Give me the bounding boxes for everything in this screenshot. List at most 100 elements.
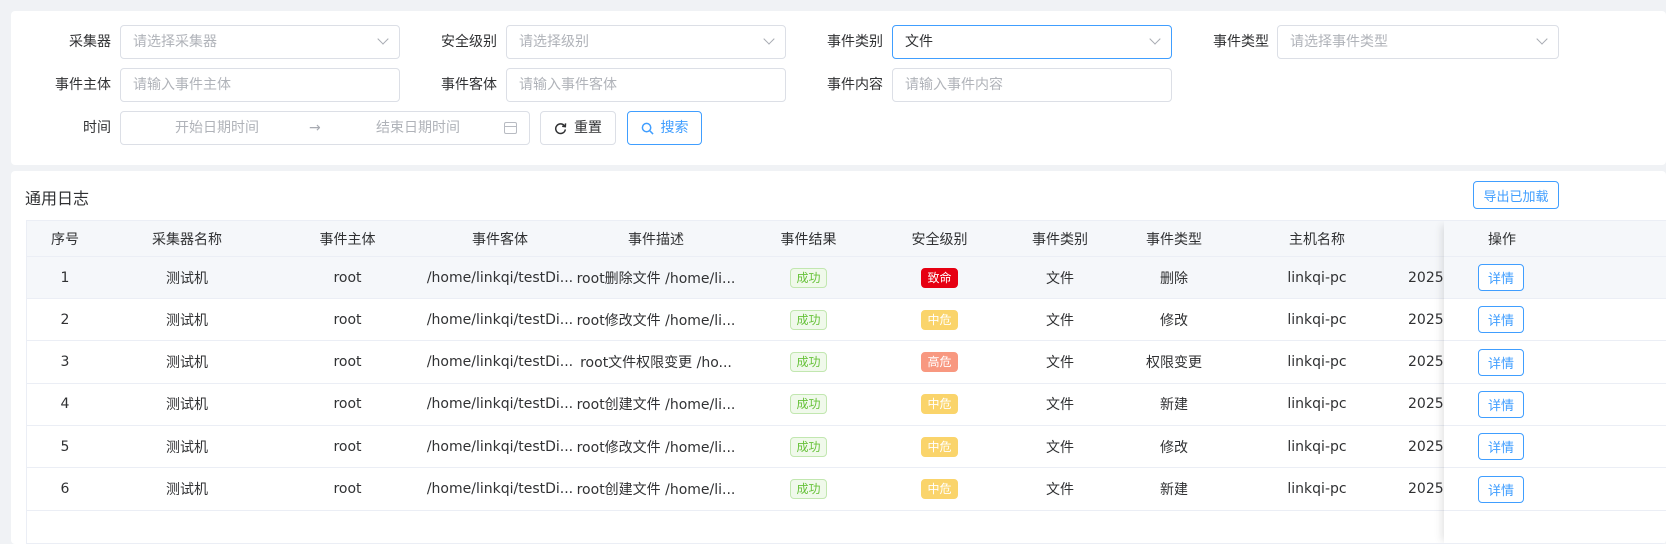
table-title: 通用日志 (25, 189, 90, 208)
cell-object: /home/linkqi/testDi... (426, 311, 574, 328)
cell-type: 新建 (1160, 397, 1188, 414)
cell-level: 中危 (881, 384, 998, 425)
cell-host: linkqi-pc (1287, 438, 1347, 455)
event-content-label: 事件内容 (827, 77, 883, 93)
filter-panel: 采集器 请选择采集器 安全级别 请选择级别 事件类别 文件 事件类型 请选择事件… (11, 11, 1666, 165)
event-content-placeholder: 请输入事件内容 (905, 77, 1003, 93)
event-category-select[interactable]: 文件 (892, 25, 1172, 59)
table-panel: 通用日志 导出已加载 序号 采集器名称 事件主体 事件客体 事件描述 事件结果 … (11, 171, 1666, 544)
collector-select[interactable]: 请选择采集器 (120, 25, 400, 59)
cell-result: 成功 (736, 257, 881, 298)
export-loaded-button[interactable]: 导出已加载 (1473, 181, 1559, 209)
reset-label: 重置 (574, 120, 602, 136)
cell-index: 3 (60, 354, 70, 371)
col-header-host: 主机名称 (1289, 231, 1345, 248)
result-tag: 成功 (790, 479, 827, 499)
cell-type: 权限变更 (1146, 355, 1202, 372)
cell-description: root创建文件 /home/li... (576, 482, 736, 498)
cell-host: linkqi-pc (1287, 481, 1347, 497)
event-subject-label: 事件主体 (55, 77, 111, 93)
col-header-category: 事件类别 (1032, 231, 1088, 248)
cell-index: 5 (60, 438, 70, 455)
table-row: 6 测试机 root/home/linkqi/testDi... root创建文件 /… (27, 468, 1666, 511)
range-separator: → (309, 120, 321, 136)
col-header-type: 事件类型 (1146, 231, 1202, 248)
cell-description: root修改文件 /home/li... (576, 439, 736, 456)
result-tag: 成功 (790, 436, 827, 457)
cell-description: root文件权限变更 /ho... (580, 355, 732, 372)
event-object-placeholder: 请输入事件客体 (519, 77, 617, 93)
cell-subject: root (333, 438, 362, 455)
cell-object: /home/linkqi/testDi... (426, 269, 574, 286)
event-content-input[interactable]: 请输入事件内容 (892, 68, 1172, 102)
collector-placeholder: 请选择采集器 (133, 34, 217, 50)
action-cell: 详情 (1444, 341, 1666, 384)
cell-category: 文件 (1046, 270, 1074, 287)
security-level-tag: 中危 (921, 394, 958, 415)
cell-level: 高危 (881, 342, 998, 383)
cell-collector: 测试机 (166, 397, 208, 414)
event-type-label: 事件类型 (1213, 34, 1269, 50)
detail-button[interactable]: 详情 (1478, 433, 1524, 461)
cell-type: 修改 (1160, 439, 1188, 456)
cell-object: /home/linkqi/testDi... (426, 354, 574, 371)
event-object-input[interactable]: 请输入事件客体 (506, 68, 786, 102)
date-range-picker[interactable]: 开始日期时间 → 结束日期时间 (120, 111, 530, 145)
security-level-placeholder: 请选择级别 (519, 34, 589, 50)
detail-button[interactable]: 详情 (1478, 306, 1524, 334)
search-button[interactable]: 搜索 (627, 111, 702, 145)
cell-host: linkqi-pc (1287, 354, 1347, 371)
event-subject-input[interactable]: 请输入事件主体 (120, 68, 400, 102)
cell-level: 致命 (881, 257, 998, 298)
cell-index: 6 (60, 481, 70, 497)
security-level-label: 安全级别 (441, 34, 497, 50)
col-header-collector: 采集器名称 (152, 231, 222, 248)
search-icon (641, 122, 654, 135)
security-level-select[interactable]: 请选择级别 (506, 25, 786, 59)
event-object-label: 事件客体 (441, 77, 497, 93)
event-type-select[interactable]: 请选择事件类型 (1277, 25, 1559, 59)
chevron-down-icon (1149, 33, 1161, 45)
cell-collector: 测试机 (166, 355, 208, 372)
reset-button[interactable]: 重置 (540, 111, 616, 145)
security-level-tag: 致命 (921, 267, 958, 288)
cell-description: root修改文件 /home/li... (576, 312, 736, 329)
action-cell: 详情 (1444, 383, 1666, 426)
start-date-placeholder[interactable]: 开始日期时间 (175, 112, 259, 144)
cell-collector: 测试机 (166, 439, 208, 456)
cell-category: 文件 (1046, 355, 1074, 372)
detail-button[interactable]: 详情 (1478, 264, 1524, 291)
col-header-description: 事件描述 (628, 231, 684, 248)
detail-button[interactable]: 详情 (1478, 390, 1524, 418)
end-date-placeholder[interactable]: 结束日期时间 (376, 112, 460, 144)
cell-level: 中危 (881, 469, 998, 510)
cell-host: linkqi-pc (1287, 311, 1347, 328)
detail-button[interactable]: 详情 (1478, 475, 1524, 503)
action-cell: 详情 (1444, 257, 1666, 299)
cell-level: 中危 (881, 299, 998, 340)
security-level-tag: 中危 (921, 309, 958, 330)
table-row: 4 测试机 root/home/linkqi/testDi... root创建文件 /… (27, 383, 1666, 426)
detail-button[interactable]: 详情 (1478, 348, 1524, 376)
security-level-tag: 中危 (921, 479, 958, 499)
cell-index: 1 (60, 269, 70, 286)
cell-subject: root (333, 396, 362, 413)
cell-subject: root (333, 311, 362, 328)
cell-result: 成功 (736, 342, 881, 383)
chevron-down-icon (763, 33, 775, 45)
log-table: 序号 采集器名称 事件主体 事件客体 事件描述 事件结果 安全级别 事件类别 事… (26, 220, 1666, 544)
col-header-action: 操作 (1444, 221, 1666, 257)
cell-subject: root (333, 481, 362, 497)
fixed-action-column: 操作 详情 详情 详情 详情 详情 详情 (1444, 221, 1666, 543)
collector-label: 采集器 (69, 34, 111, 50)
cell-host: linkqi-pc (1287, 396, 1347, 413)
cell-description: root创建文件 /home/li... (576, 397, 736, 414)
cell-result: 成功 (736, 426, 881, 467)
event-type-placeholder: 请选择事件类型 (1290, 34, 1388, 50)
cell-object: /home/linkqi/testDi... (426, 396, 574, 413)
cell-subject: root (333, 269, 362, 286)
cell-description: root删除文件 /home/li... (576, 270, 736, 287)
col-header-object: 事件客体 (472, 231, 528, 248)
refresh-icon (554, 122, 567, 134)
chevron-down-icon (1536, 33, 1548, 45)
